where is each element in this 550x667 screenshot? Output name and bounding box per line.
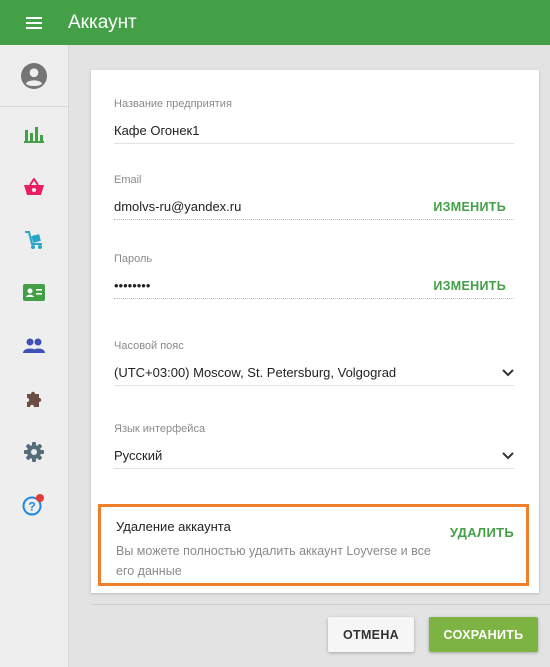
sidebar-item-account[interactable] bbox=[0, 45, 68, 107]
cart-icon bbox=[25, 230, 42, 249]
puzzle-icon bbox=[27, 391, 42, 407]
sidebar-item-customers[interactable] bbox=[0, 319, 68, 372]
basket-icon bbox=[24, 177, 44, 195]
language-select[interactable]: Язык интерфейса Русский bbox=[114, 423, 514, 469]
page-title: Аккаунт bbox=[68, 11, 137, 33]
delete-account-title: Удаление аккаунта bbox=[116, 519, 231, 534]
delete-account-section: Удаление аккаунта Вы можете полностью уд… bbox=[98, 504, 529, 586]
delete-account-button[interactable]: УДАЛИТЬ bbox=[450, 525, 514, 540]
sidebar-item-items[interactable] bbox=[0, 160, 68, 213]
people-icon bbox=[23, 338, 45, 353]
delete-account-description: Вы можете полностью удалить аккаунт Loyv… bbox=[116, 544, 431, 578]
email-field: Email dmolvs-ru@yandex.ru ИЗМЕНИТЬ bbox=[114, 174, 514, 220]
svg-text:?: ? bbox=[28, 499, 35, 513]
app-bar: Аккаунт bbox=[0, 0, 550, 45]
account-circle-icon bbox=[21, 62, 47, 89]
sidebar-item-reports[interactable] bbox=[0, 107, 68, 160]
save-button[interactable]: СОХРАНИТЬ bbox=[429, 617, 538, 652]
gear-icon bbox=[24, 441, 44, 462]
sidebar-item-settings[interactable] bbox=[0, 425, 68, 478]
help-icon: ? bbox=[22, 493, 44, 515]
password-value: •••••••• bbox=[114, 278, 151, 293]
chevron-down-icon bbox=[502, 368, 514, 376]
sidebar: ? bbox=[0, 45, 69, 667]
cancel-button[interactable]: ОТМЕНА bbox=[328, 617, 414, 652]
sidebar-item-integrations[interactable] bbox=[0, 372, 68, 425]
change-email-button[interactable]: ИЗМЕНИТЬ bbox=[433, 200, 506, 214]
timezone-select[interactable]: Часовой пояс (UTC+03:00) Moscow, St. Pet… bbox=[114, 340, 514, 386]
password-field: Пароль •••••••• ИЗМЕНИТЬ bbox=[114, 253, 514, 299]
timezone-label: Часовой пояс bbox=[114, 340, 184, 352]
business-name-field[interactable]: Название предприятия Кафе Огонек1 bbox=[114, 98, 514, 144]
business-name-input[interactable]: Кафе Огонек1 bbox=[114, 123, 199, 138]
sidebar-item-help[interactable]: ? bbox=[0, 478, 68, 531]
sidebar-item-inventory[interactable] bbox=[0, 213, 68, 266]
bar-chart-icon bbox=[24, 126, 44, 143]
timezone-value: (UTC+03:00) Moscow, St. Petersburg, Volg… bbox=[114, 365, 397, 380]
language-value: Русский bbox=[114, 448, 163, 463]
email-label: Email bbox=[114, 174, 142, 186]
email-value: dmolvs-ru@yandex.ru bbox=[114, 199, 242, 214]
menu-icon[interactable] bbox=[16, 0, 52, 45]
change-password-button[interactable]: ИЗМЕНИТЬ bbox=[433, 279, 506, 293]
business-name-label: Название предприятия bbox=[114, 98, 232, 110]
language-label: Язык интерфейса bbox=[114, 423, 206, 435]
sidebar-item-employees[interactable] bbox=[0, 266, 68, 319]
chevron-down-icon bbox=[502, 451, 514, 459]
id-card-icon bbox=[23, 284, 45, 301]
footer-divider bbox=[91, 604, 550, 605]
password-label: Пароль bbox=[114, 253, 153, 265]
